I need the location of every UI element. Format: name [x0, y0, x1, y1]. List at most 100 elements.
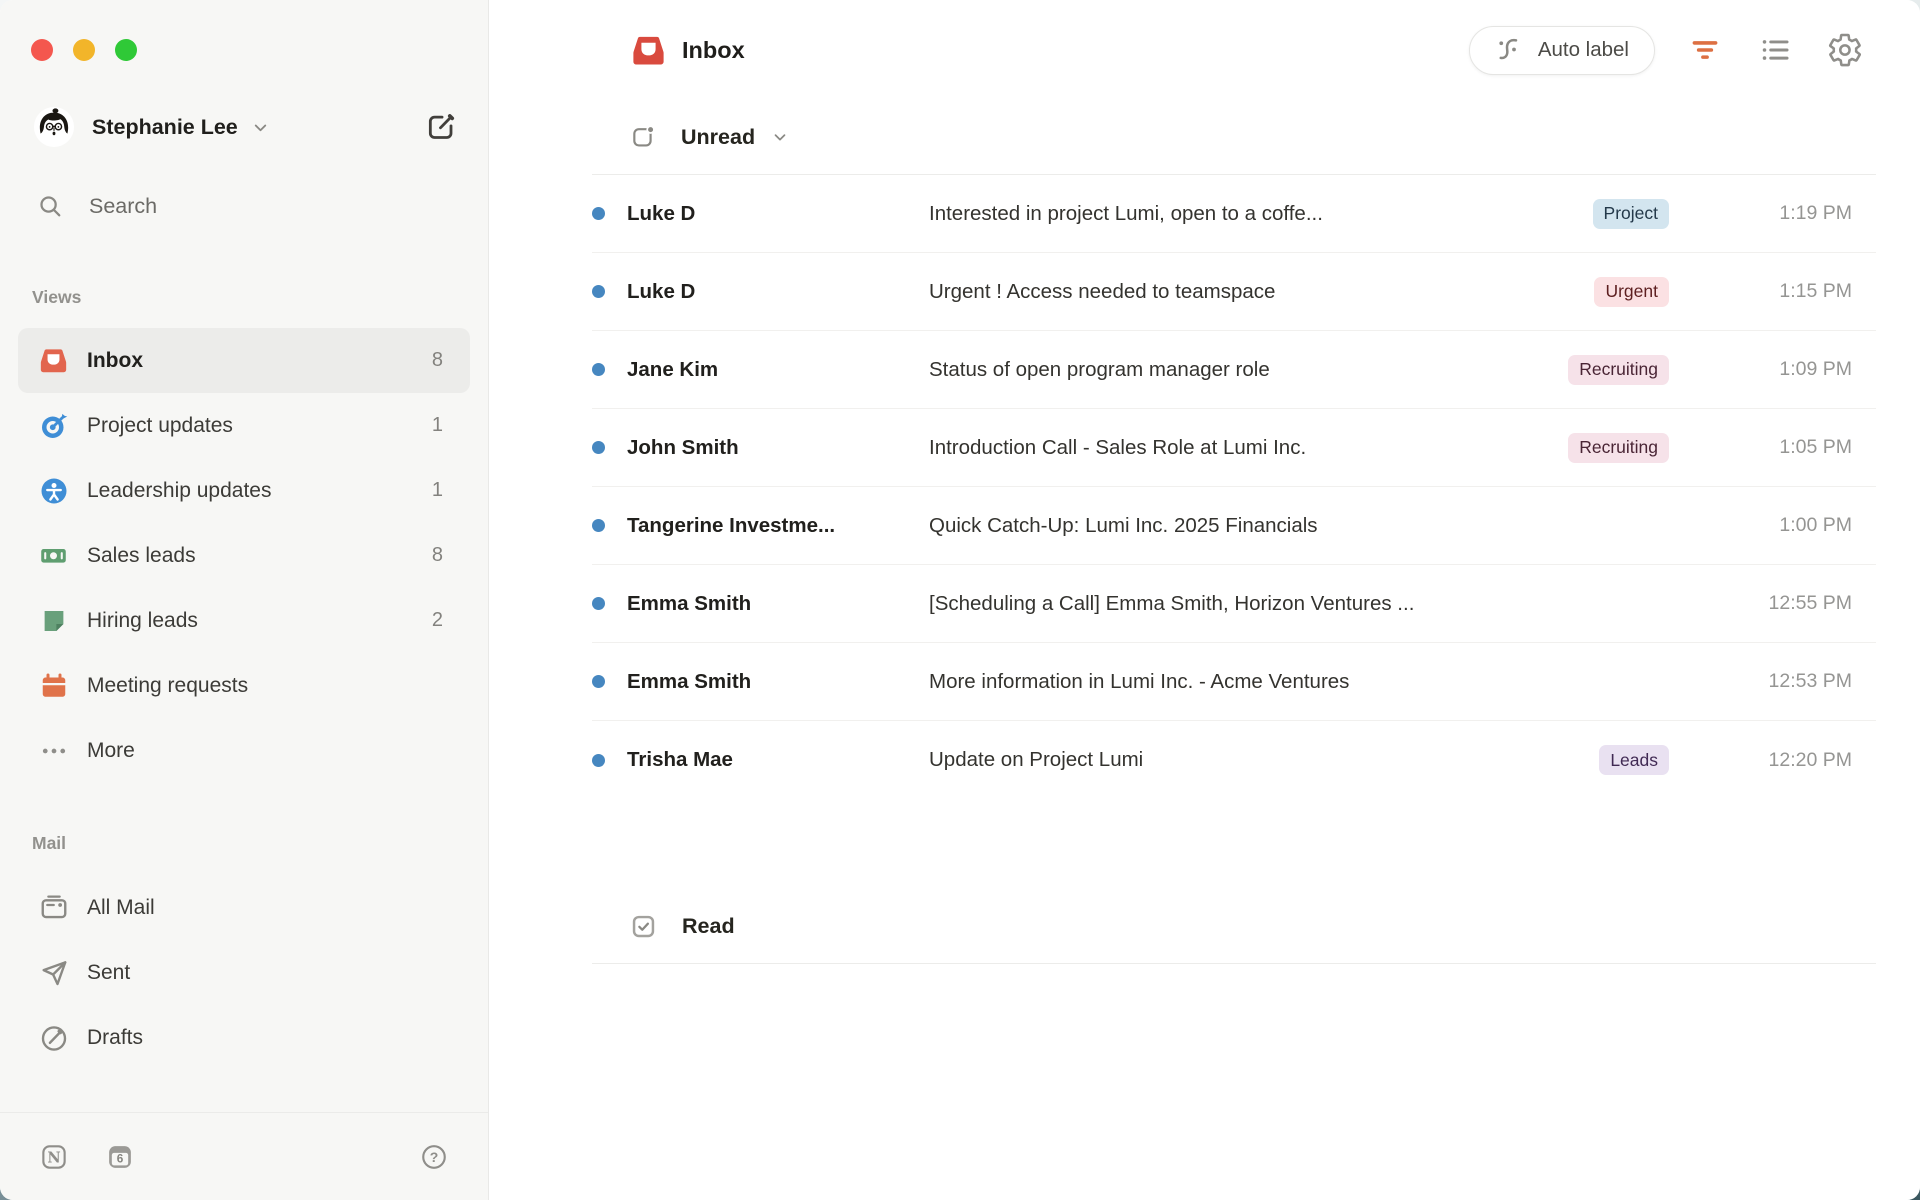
all-mail-icon: [39, 893, 69, 923]
minimize-button[interactable]: [73, 39, 95, 61]
email-time: 1:15 PM: [1669, 280, 1876, 303]
sidebar: Stephanie Lee Search Views: [0, 0, 489, 1200]
chevron-down-icon: [771, 128, 789, 146]
email-tag: Urgent: [1594, 277, 1669, 307]
auto-label-icon: [1495, 35, 1525, 65]
email-time: 12:20 PM: [1669, 749, 1876, 772]
filter-icon: [1688, 33, 1722, 67]
help-icon: ?: [420, 1143, 448, 1171]
sidebar-item-label: All Mail: [87, 896, 155, 920]
notion-calendar-button[interactable]: 6: [106, 1143, 134, 1171]
sidebar-item-count: 8: [432, 544, 443, 567]
help-button[interactable]: ?: [420, 1143, 448, 1171]
filter-button[interactable]: [1685, 30, 1725, 70]
window-controls: [0, 0, 488, 61]
sidebar-item-label: Sent: [87, 961, 130, 985]
email-list: Luke D Interested in project Lumi, open …: [592, 175, 1876, 799]
email-tag: Recruiting: [1568, 433, 1669, 463]
sidebar-item-meeting-requests[interactable]: Meeting requests: [18, 653, 470, 718]
sidebar-item-all-mail[interactable]: All Mail: [18, 875, 470, 940]
email-time: 1:00 PM: [1669, 514, 1876, 537]
unread-section-label: Unread: [681, 125, 755, 150]
sidebar-item-drafts[interactable]: Drafts: [18, 1005, 470, 1070]
email-time: 1:05 PM: [1669, 436, 1876, 459]
send-icon: [39, 958, 69, 988]
email-time: 1:09 PM: [1669, 358, 1876, 381]
unread-dot: [592, 754, 605, 767]
sidebar-item-leadership-updates[interactable]: Leadership updates 1: [18, 458, 470, 523]
sidebar-item-hiring-leads[interactable]: Hiring leads 2: [18, 588, 470, 653]
inbox-icon: [630, 32, 667, 69]
email-row[interactable]: Luke D Interested in project Lumi, open …: [592, 175, 1876, 253]
email-row[interactable]: Emma Smith [Scheduling a Call] Emma Smit…: [592, 565, 1876, 643]
sidebar-item-sent[interactable]: Sent: [18, 940, 470, 1005]
auto-label-text: Auto label: [1538, 38, 1629, 62]
drafts-icon: [39, 1023, 69, 1053]
email-time: 12:55 PM: [1669, 592, 1876, 615]
notion-app-button[interactable]: N: [40, 1143, 68, 1171]
email-time: 1:19 PM: [1669, 202, 1876, 225]
read-checkbox-icon: [630, 913, 657, 940]
compose-button[interactable]: [424, 110, 458, 144]
avatar: [33, 106, 75, 148]
sidebar-item-label: Meeting requests: [87, 674, 248, 698]
unread-section-header[interactable]: Unread: [630, 100, 1920, 174]
auto-label-button[interactable]: Auto label: [1469, 26, 1655, 75]
sidebar-item-count: 2: [432, 609, 443, 632]
unread-dot: [592, 675, 605, 688]
search-label: Search: [89, 194, 157, 219]
account-name: Stephanie Lee: [92, 115, 238, 140]
sidebar-item-inbox[interactable]: Inbox 8: [18, 328, 470, 393]
views-section-label: Views: [32, 287, 488, 305]
email-row[interactable]: Tangerine Investme... Quick Catch-Up: Lu…: [592, 487, 1876, 565]
sidebar-item-label: Hiring leads: [87, 609, 198, 633]
sidebar-item-label: Project updates: [87, 414, 233, 438]
sidebar-item-count: 8: [432, 349, 443, 372]
search[interactable]: Search: [37, 191, 458, 221]
email-subject: [Scheduling a Call] Emma Smith, Horizon …: [929, 592, 1669, 616]
read-section-header[interactable]: Read: [630, 889, 1920, 963]
sidebar-item-label: Drafts: [87, 1026, 143, 1050]
email-tag: Recruiting: [1568, 355, 1669, 385]
sidebar-item-sales-leads[interactable]: Sales leads 8: [18, 523, 470, 588]
sidebar-item-label: Leadership updates: [87, 479, 271, 503]
sidebar-item-label: Sales leads: [87, 544, 196, 568]
email-row[interactable]: Jane Kim Status of open program manager …: [592, 331, 1876, 409]
email-subject: Interested in project Lumi, open to a co…: [929, 202, 1593, 226]
email-sender: Trisha Mae: [627, 748, 929, 772]
email-row[interactable]: Luke D Urgent ! Access needed to teamspa…: [592, 253, 1876, 331]
unread-dot: [592, 597, 605, 610]
sidebar-item-more[interactable]: More: [18, 718, 470, 783]
email-row[interactable]: Trisha Mae Update on Project Lumi Leads …: [592, 721, 1876, 799]
notion-logo-icon: N: [40, 1143, 68, 1171]
ellipsis-icon: [39, 736, 69, 766]
settings-button[interactable]: [1825, 30, 1865, 70]
list-view-button[interactable]: [1755, 30, 1795, 70]
main-panel: Inbox Auto label: [489, 0, 1920, 1200]
unread-dot: [592, 441, 605, 454]
unread-icon: [630, 124, 656, 150]
zoom-button[interactable]: [115, 39, 137, 61]
inbox-icon: [38, 345, 69, 376]
email-sender: Luke D: [627, 202, 929, 226]
compose-icon: [425, 111, 457, 143]
sidebar-item-count: 1: [432, 414, 443, 437]
sidebar-item-project-updates[interactable]: Project updates 1: [18, 393, 470, 458]
close-button[interactable]: [31, 39, 53, 61]
email-subject: More information in Lumi Inc. - Acme Ven…: [929, 670, 1669, 694]
email-time: 12:53 PM: [1669, 670, 1876, 693]
page-title: Inbox: [682, 37, 745, 64]
email-row[interactable]: Emma Smith More information in Lumi Inc.…: [592, 643, 1876, 721]
target-icon: [39, 411, 69, 441]
search-icon: [37, 193, 64, 220]
calendar-icon: [39, 671, 69, 701]
email-row[interactable]: John Smith Introduction Call - Sales Rol…: [592, 409, 1876, 487]
banknote-icon: [38, 540, 69, 571]
email-sender: John Smith: [627, 436, 929, 460]
sidebar-item-label: Inbox: [87, 349, 143, 373]
email-subject: Urgent ! Access needed to teamspace: [929, 280, 1594, 304]
email-sender: Tangerine Investme...: [627, 514, 929, 538]
email-subject: Status of open program manager role: [929, 358, 1568, 382]
header-controls: Auto label: [1469, 26, 1865, 75]
account-switcher[interactable]: Stephanie Lee: [33, 105, 458, 149]
